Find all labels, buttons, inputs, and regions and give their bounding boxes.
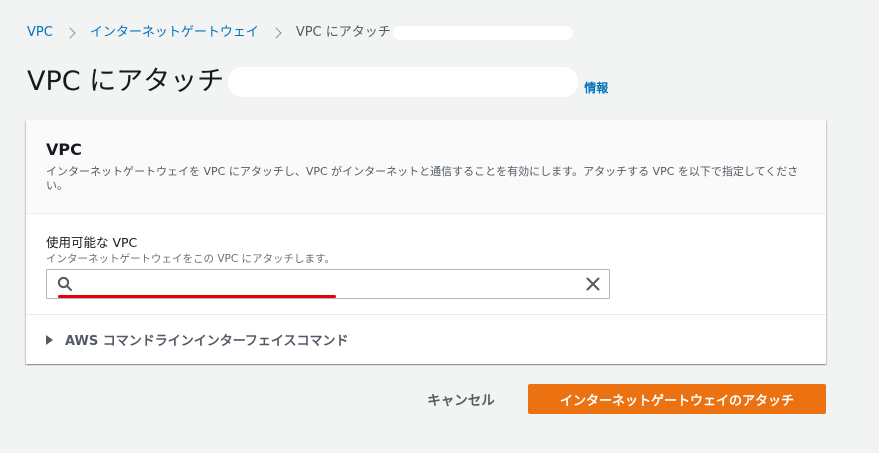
page-title: VPC にアタッチ (27, 66, 225, 97)
card-header: VPC インターネットゲートウェイを VPC にアタッチし、VPC がインターネ… (26, 120, 826, 214)
expander-label: AWS コマンドラインインターフェイスコマンド (65, 334, 349, 349)
card-title: VPC (46, 140, 82, 159)
divider (26, 314, 826, 315)
breadcrumb-item-current: VPC にアタッチ (295, 25, 391, 40)
breadcrumb-item-vpc[interactable]: VPC (27, 25, 53, 41)
vpc-search-input[interactable] (79, 273, 573, 295)
annotation-underline (58, 295, 336, 298)
chevron-right-icon (64, 27, 76, 39)
chevron-right-icon (270, 27, 282, 39)
breadcrumb: VPC インターネットゲートウェイ VPC にアタッチ (27, 25, 573, 41)
redaction-mask (228, 67, 579, 97)
redaction-mask (392, 26, 573, 40)
search-icon (57, 276, 72, 291)
page: VPC インターネットゲートウェイ VPC にアタッチ VPC にアタッチ 情報… (0, 0, 879, 453)
page-header: VPC にアタッチ 情報 (27, 64, 608, 100)
caret-right-icon (46, 334, 53, 345)
cli-commands-expander[interactable]: AWS コマンドラインインターフェイスコマンド (46, 330, 349, 349)
close-icon[interactable] (586, 277, 600, 291)
card-description: インターネットゲートウェイを VPC にアタッチし、VPC がインターネットと通… (46, 165, 799, 192)
breadcrumb-item-internet-gateways[interactable]: インターネットゲートウェイ (90, 25, 259, 41)
info-link[interactable]: 情報 (584, 79, 608, 96)
cancel-button[interactable]: キャンセル (420, 384, 502, 414)
field-description: インターネットゲートウェイをこの VPC にアタッチします。 (46, 253, 335, 265)
attach-internet-gateway-button[interactable]: インターネットゲートウェイのアタッチ (528, 384, 826, 414)
field-label: 使用可能な VPC (46, 235, 138, 250)
vpc-card: VPC インターネットゲートウェイを VPC にアタッチし、VPC がインターネ… (26, 120, 826, 364)
